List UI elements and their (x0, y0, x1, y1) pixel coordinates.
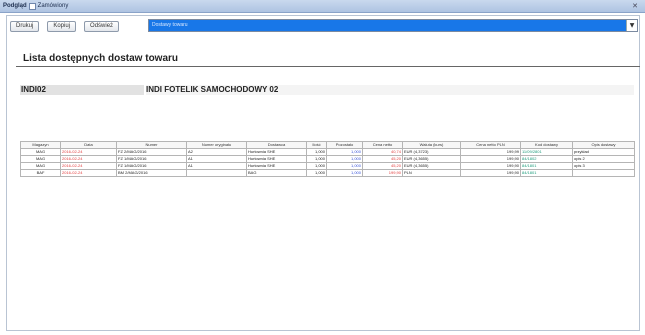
cell-net-price-pln: 199,90 (460, 169, 521, 177)
cell-quantity: 1,000 (306, 148, 327, 156)
cell-date: 2016-02-24 (60, 162, 117, 170)
window-titlebar: Podgląd Zamówiony ✕ (0, 0, 645, 13)
cell-number: FZ 1/MAG/2016 (116, 155, 187, 163)
cell-warehouse: MAG (20, 155, 61, 163)
col-header-currency[interactable]: Waluta (kurs) (402, 141, 461, 149)
ordered-checkbox-label: Zamówiony (37, 3, 69, 9)
cell-original-number: A1 (186, 162, 247, 170)
product-code: INDI02 (20, 85, 144, 95)
cell-currency: EUR (4,3655) (402, 155, 461, 163)
page-title: Lista dostępnych dostaw towaru (23, 53, 179, 64)
cell-number: FZ 1/MAG/2016 (116, 162, 187, 170)
cell-warehouse: MAG (20, 162, 61, 170)
cell-warehouse: BAF (20, 169, 61, 177)
col-header-net-price[interactable]: Cena netto (362, 141, 403, 149)
cell-delivery-desc (572, 169, 635, 177)
cell-currency: EUR (4,3655) (402, 162, 461, 170)
window-title: Podgląd (3, 3, 27, 9)
cell-net-price: 40,74 (362, 148, 403, 156)
col-header-delivery-desc[interactable]: Opis dostawy (572, 141, 635, 149)
cell-delivery-code: 84/1801 (520, 162, 573, 170)
copy-button[interactable]: Kopiuj (47, 20, 77, 32)
col-header-net-price-pln[interactable]: Cena netto PLN (460, 141, 521, 149)
chevron-down-icon[interactable]: ▼ (626, 20, 637, 31)
col-header-original-number[interactable]: Numer oryginału (186, 141, 247, 149)
cell-supplier: BAG (246, 169, 307, 177)
cell-net-price-pln: 199,99 (460, 148, 521, 156)
cell-net-price: 45,20 (362, 155, 403, 163)
product-name: INDI FOTELIK SAMOCHODOWY 02 (146, 85, 634, 95)
cell-delivery-desc: opis 2 (572, 155, 635, 163)
table-header-row: Magazyn Data Numer Numer oryginału Dosta… (20, 141, 635, 149)
cell-date: 2016-02-24 (60, 155, 117, 163)
cell-number: BM 2/MAG/2016 (116, 169, 187, 177)
cell-quantity: 1,000 (306, 155, 327, 163)
table-row[interactable]: MAG 2016-02-24 FZ 1/MAG/2016 A1 Hurtowni… (20, 155, 635, 163)
deliveries-table: Magazyn Data Numer Numer oryginału Dosta… (20, 141, 635, 177)
cell-net-price: 45,20 (362, 162, 403, 170)
cell-net-price-pln: 199,90 (460, 155, 521, 163)
cell-delivery-code: 11/09/2801 (520, 148, 573, 156)
close-icon[interactable]: ✕ (631, 2, 639, 10)
cell-supplier: Hurtownia SHE (246, 148, 307, 156)
cell-delivery-code: 84/1802 (520, 155, 573, 163)
report-type-value: Dostawy towaru (152, 22, 188, 28)
cell-net-price-pln: 199,90 (460, 162, 521, 170)
cell-quantity: 1,000 (306, 169, 327, 177)
cell-remaining: 1,000 (326, 155, 363, 163)
cell-number: FZ 2/MAG/2016 (116, 148, 187, 156)
ordered-checkbox[interactable] (28, 2, 36, 10)
cell-remaining: 1,000 (326, 148, 363, 156)
table-row[interactable]: MAG 2016-02-24 FZ 1/MAG/2016 A1 Hurtowni… (20, 162, 635, 170)
col-header-delivery-code[interactable]: Kod dostawy (520, 141, 573, 149)
cell-original-number: A1 (186, 155, 247, 163)
cell-original-number: A2 (186, 148, 247, 156)
cell-delivery-desc: opis 3 (572, 162, 635, 170)
table-row[interactable]: BAF 2016-02-24 BM 2/MAG/2016 BAG 1,000 1… (20, 169, 635, 177)
col-header-date[interactable]: Data (60, 141, 117, 149)
toolbar: Drukuj Kopiuj Odśwież (10, 20, 127, 32)
cell-supplier: Hurtownia SHE (246, 155, 307, 163)
cell-remaining: 1,000 (326, 169, 363, 177)
col-header-number[interactable]: Numer (116, 141, 187, 149)
refresh-button[interactable]: Odśwież (84, 20, 120, 32)
cell-delivery-code: 84/1801 (520, 169, 573, 177)
cell-delivery-desc: przykład (572, 148, 635, 156)
cell-warehouse: MAG (20, 148, 61, 156)
print-button[interactable]: Drukuj (10, 20, 40, 32)
table-row[interactable]: MAG 2016-02-24 FZ 2/MAG/2016 A2 Hurtowni… (20, 148, 635, 156)
cell-date: 2016-02-24 (60, 169, 117, 177)
cell-currency: PLN (402, 169, 461, 177)
cell-net-price: 199,90 (362, 169, 403, 177)
divider (16, 66, 640, 67)
cell-remaining: 1,000 (326, 162, 363, 170)
report-type-select[interactable]: Dostawy towaru ▼ (148, 19, 638, 32)
col-header-warehouse[interactable]: Magazyn (20, 141, 61, 149)
col-header-remaining[interactable]: Pozostało (326, 141, 363, 149)
cell-date: 2016-02-24 (60, 148, 117, 156)
cell-currency: EUR (4,3723) (402, 148, 461, 156)
cell-quantity: 1,000 (306, 162, 327, 170)
col-header-quantity[interactable]: Ilość (306, 141, 327, 149)
cell-supplier: Hurtownia SHE (246, 162, 307, 170)
col-header-supplier[interactable]: Dostawca (246, 141, 307, 149)
cell-original-number (186, 169, 247, 177)
